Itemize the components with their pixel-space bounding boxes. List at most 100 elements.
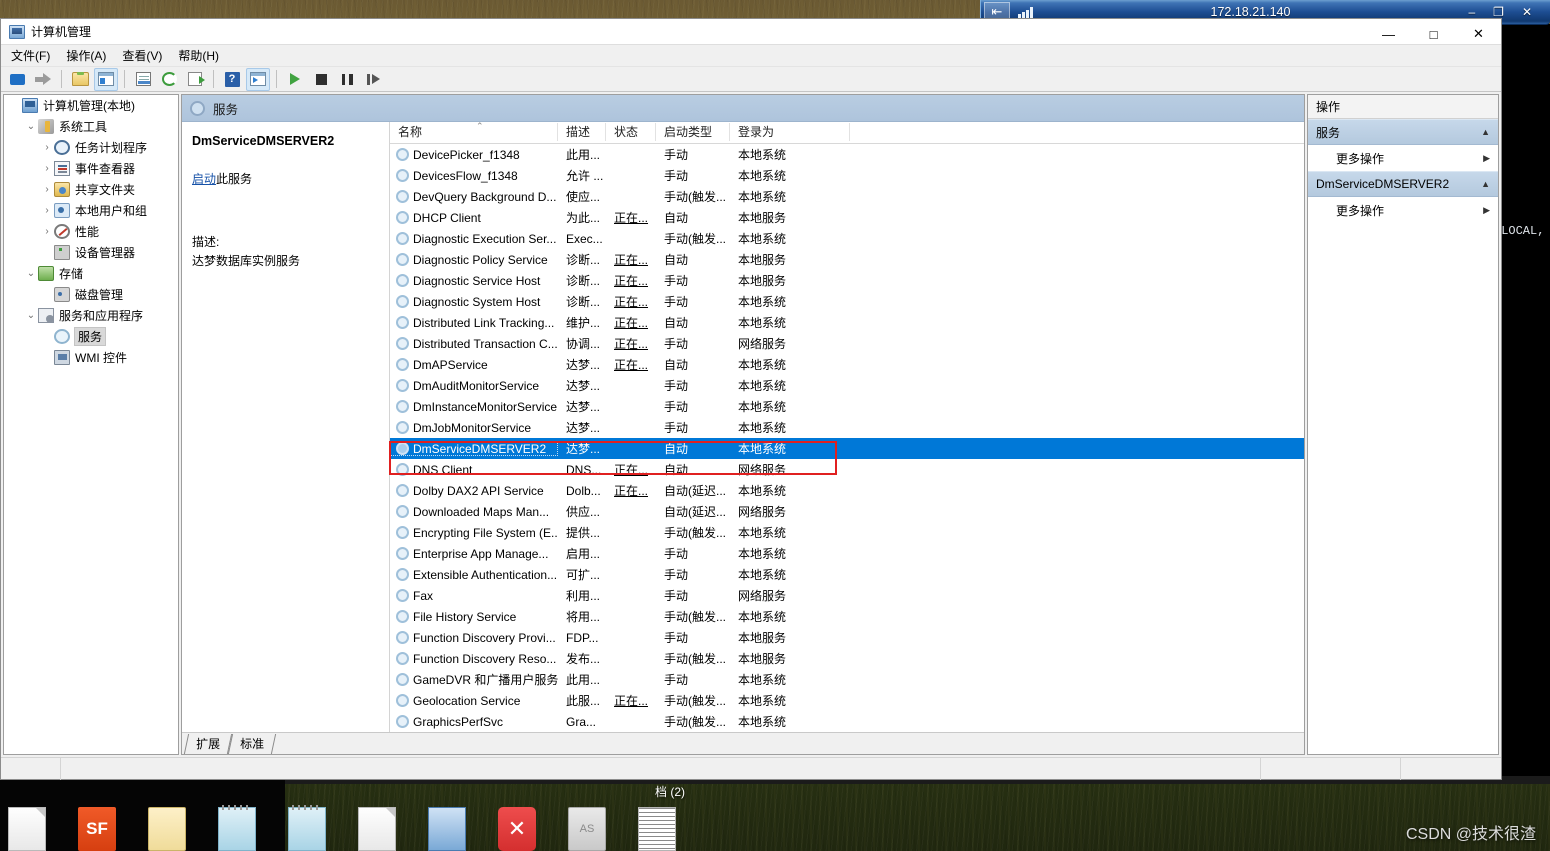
service-row[interactable]: DmAPService 达梦... 正在... 自动 本地系统 [390,354,1304,375]
forward-button[interactable] [31,68,55,91]
desktop-icon-notepad-2[interactable] [288,805,326,851]
menu-view[interactable]: 查看(V) [114,45,170,66]
desktop-icon-remote-desktop[interactable] [428,807,466,851]
column-description[interactable]: 描述 [558,122,606,141]
column-name[interactable]: 名称 [390,122,558,141]
service-row[interactable]: Diagnostic Execution Ser... Exec... 手动(触发.… [390,228,1304,249]
restart-service-button[interactable] [361,68,385,91]
tree-item-4[interactable]: › 共享文件夹 [4,179,178,200]
desktop-icon-folder[interactable] [148,807,186,851]
service-row[interactable]: GameDVR 和广播用户服务... 此用... 手动 本地系统 [390,669,1304,690]
tree-item-6[interactable]: › 性能 [4,221,178,242]
service-row[interactable]: DevicesFlow_f1348 允许 ... 手动 本地系统 [390,165,1304,186]
tree-expander-icon[interactable]: › [40,205,54,216]
rdp-minimize-button[interactable]: – [1468,5,1475,19]
service-row[interactable]: Diagnostic Service Host 诊断... 正在... 手动 本地服务 [390,270,1304,291]
close-button[interactable]: ✕ [1456,19,1501,49]
service-row[interactable]: Distributed Link Tracking... 维护... 正在... 自动… [390,312,1304,333]
service-name-label: DmInstanceMonitorService [413,399,558,414]
show-hide-console-tree-button[interactable] [94,67,118,91]
maximize-button[interactable]: □ [1411,19,1456,49]
help-button[interactable]: ? [220,68,244,91]
actions-group-services-header[interactable]: 服务 ▲ [1308,119,1498,145]
rdp-close-button[interactable]: ✕ [1522,5,1532,19]
service-row[interactable]: DmJobMonitorService 达梦... 手动 本地系统 [390,417,1304,438]
tree-expander-icon[interactable]: › [40,226,54,237]
tab-standard[interactable]: 标准 [227,734,277,754]
service-row[interactable]: Function Discovery Reso... 发布... 手动(触发... 本… [390,648,1304,669]
tree-expander-icon[interactable]: › [40,163,54,174]
tree-expander-icon[interactable]: ⌄ [24,121,38,132]
service-row[interactable]: DHCP Client 为此... 正在... 自动 本地服务 [390,207,1304,228]
service-row[interactable]: DmServiceDMSERVER2 达梦... 自动 本地系统 [390,438,1304,459]
desktop-icon-document-2[interactable] [358,807,396,851]
column-status[interactable]: 状态 [606,122,656,141]
show-action-pane-button[interactable] [246,67,270,91]
service-row-description: 诊断... [566,295,601,309]
column-startup-type[interactable]: 启动类型 [656,122,730,141]
service-row-name: Diagnostic Policy Service [390,253,558,267]
service-row[interactable]: Diagnostic Policy Service 诊断... 正在... 自动 本地服… [390,249,1304,270]
export-list-button[interactable] [183,68,207,91]
service-row[interactable]: GraphicsPerfSvc Gra... 手动(触发... 本地系统 [390,711,1304,732]
chevron-up-icon-2[interactable]: ▲ [1481,179,1490,189]
service-row[interactable]: Enterprise App Manage... 启用... 手动 本地系统 [390,543,1304,564]
tree-expander-icon[interactable]: ⌄ [24,310,38,321]
service-row[interactable]: Diagnostic System Host 诊断... 正在... 手动 本地系统 [390,291,1304,312]
tree-item-9[interactable]: 磁盘管理 [4,284,178,305]
service-row[interactable]: DNS Client DNS... 正在... 自动 网络服务 [390,459,1304,480]
desktop-icon-notepad-1[interactable] [218,805,256,851]
service-row[interactable]: DevicePicker_f1348 此用... 手动 本地系统 [390,144,1304,165]
tree-item-5[interactable]: › 本地用户和组 [4,200,178,221]
tree-item-7[interactable]: 设备管理器 [4,242,178,263]
tree-expander-icon[interactable]: › [40,184,54,195]
stop-service-button[interactable] [309,68,333,91]
back-button[interactable] [5,68,29,91]
pause-service-button[interactable] [335,68,359,91]
start-service-link[interactable]: 启动 [192,172,216,186]
tree-item-11[interactable]: 服务 [4,326,178,347]
tree-item-1[interactable]: ⌄ 系统工具 [4,116,178,137]
refresh-button[interactable] [157,68,181,91]
service-row[interactable]: Dolby DAX2 API Service Dolb... 正在... 自动(延迟.… [390,480,1304,501]
service-row[interactable]: Distributed Transaction C... 协调... 正在... 手动… [390,333,1304,354]
desktop-icon-text-file[interactable] [638,807,676,851]
actions-more-actions-selected-service[interactable]: 更多操作 ▶ [1308,197,1498,223]
desktop-icon-sf-app[interactable]: SF [78,807,116,851]
rdp-restore-button[interactable]: ❐ [1493,5,1504,19]
tree-expander-icon[interactable]: ⌄ [24,268,38,279]
tree-item-8[interactable]: ⌄ 存储 [4,263,178,284]
service-row[interactable]: Function Discovery Provi... FDP... 手动 本地服务 [390,627,1304,648]
menu-action[interactable]: 操作(A) [58,45,114,66]
properties-button[interactable] [131,68,155,91]
desktop-icon-xshell[interactable]: ✕ [498,807,536,851]
column-log-on-as[interactable]: 登录为 [730,122,850,141]
console-tree-pane[interactable]: 计算机管理(本地) ⌄ 系统工具 › 任务计划程序 › 事件查看器 › 共享文件夹 › 本地用户和组… [3,94,179,755]
service-row[interactable]: Fax 利用... 手动 网络服务 [390,585,1304,606]
tree-item-2[interactable]: › 任务计划程序 [4,137,178,158]
actions-group-selected-service-header[interactable]: DmServiceDMSERVER2 ▲ [1308,171,1498,197]
menu-file[interactable]: 文件(F) [3,45,58,66]
tree-item-12[interactable]: WMI 控件 [4,347,178,368]
actions-more-actions-services[interactable]: 更多操作 ▶ [1308,145,1498,171]
service-row[interactable]: Downloaded Maps Man... 供应... 自动(延迟... 网络服务 [390,501,1304,522]
service-row[interactable]: DevQuery Background D... 使应... 手动(触发... 本地系… [390,186,1304,207]
tree-expander-icon[interactable]: › [40,142,54,153]
chevron-up-icon[interactable]: ▲ [1481,127,1490,137]
desktop-icon-as-ssd[interactable]: AS [568,807,606,851]
tree-item-10[interactable]: ⌄ 服务和应用程序 [4,305,178,326]
minimize-button[interactable]: — [1366,19,1411,49]
start-service-button[interactable] [283,68,307,91]
service-row[interactable]: Encrypting File System (E... 提供... 手动(触发..… [390,522,1304,543]
service-row[interactable]: File History Service 将用... 手动(触发... 本地系统 [390,606,1304,627]
service-row[interactable]: DmInstanceMonitorService 达梦... 手动 本地系统 [390,396,1304,417]
service-row[interactable]: Extensible Authentication... 可扩... 手动 本地系统 [390,564,1304,585]
tree-item-3[interactable]: › 事件查看器 [4,158,178,179]
menu-help[interactable]: 帮助(H) [170,45,227,66]
desktop-icon-document[interactable] [8,807,46,851]
service-row[interactable]: DmAuditMonitorService 达梦... 手动 本地系统 [390,375,1304,396]
tab-extended[interactable]: 扩展 [183,734,233,754]
up-folder-button[interactable] [68,68,92,91]
tree-item-0[interactable]: 计算机管理(本地) [4,95,178,116]
service-row[interactable]: Geolocation Service 此服... 正在... 手动(触发... 本地系… [390,690,1304,711]
